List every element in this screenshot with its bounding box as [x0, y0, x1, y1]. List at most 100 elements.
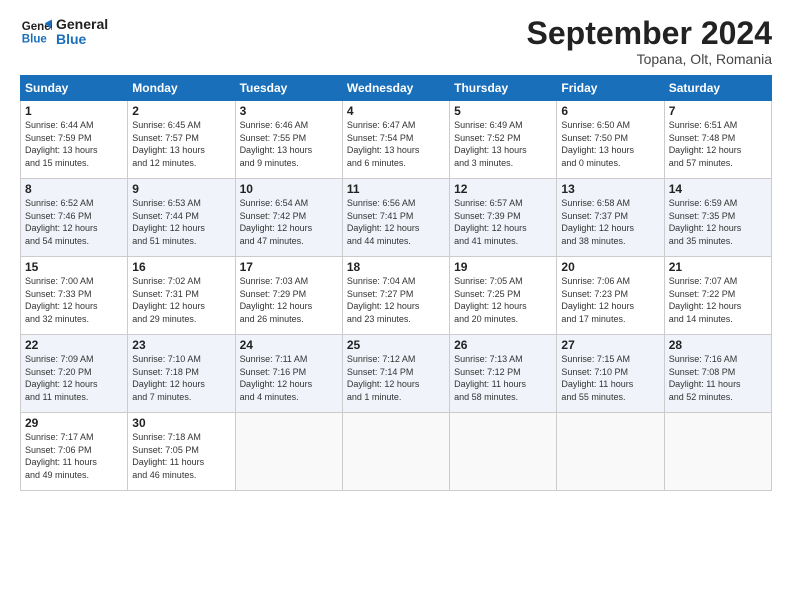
day-number: 11: [347, 182, 445, 196]
month-year: September 2024: [527, 16, 772, 51]
calendar-cell: [235, 413, 342, 491]
weekday-header-sunday: Sunday: [21, 76, 128, 101]
calendar-cell: 17Sunrise: 7:03 AM Sunset: 7:29 PM Dayli…: [235, 257, 342, 335]
calendar-cell: 10Sunrise: 6:54 AM Sunset: 7:42 PM Dayli…: [235, 179, 342, 257]
day-number: 20: [561, 260, 659, 274]
calendar-cell: 8Sunrise: 6:52 AM Sunset: 7:46 PM Daylig…: [21, 179, 128, 257]
day-info: Sunrise: 7:09 AM Sunset: 7:20 PM Dayligh…: [25, 353, 123, 403]
calendar-cell: 15Sunrise: 7:00 AM Sunset: 7:33 PM Dayli…: [21, 257, 128, 335]
calendar-cell: 28Sunrise: 7:16 AM Sunset: 7:08 PM Dayli…: [664, 335, 771, 413]
weekday-header-saturday: Saturday: [664, 76, 771, 101]
day-info: Sunrise: 7:06 AM Sunset: 7:23 PM Dayligh…: [561, 275, 659, 325]
day-number: 7: [669, 104, 767, 118]
day-info: Sunrise: 7:04 AM Sunset: 7:27 PM Dayligh…: [347, 275, 445, 325]
calendar-cell: 27Sunrise: 7:15 AM Sunset: 7:10 PM Dayli…: [557, 335, 664, 413]
day-info: Sunrise: 7:17 AM Sunset: 7:06 PM Dayligh…: [25, 431, 123, 481]
calendar-cell: 12Sunrise: 6:57 AM Sunset: 7:39 PM Dayli…: [450, 179, 557, 257]
calendar-cell: 26Sunrise: 7:13 AM Sunset: 7:12 PM Dayli…: [450, 335, 557, 413]
weekday-header-thursday: Thursday: [450, 76, 557, 101]
calendar-cell: 30Sunrise: 7:18 AM Sunset: 7:05 PM Dayli…: [128, 413, 235, 491]
day-info: Sunrise: 7:07 AM Sunset: 7:22 PM Dayligh…: [669, 275, 767, 325]
calendar-cell: [664, 413, 771, 491]
day-number: 9: [132, 182, 230, 196]
title-block: September 2024 Topana, Olt, Romania: [527, 16, 772, 67]
day-number: 3: [240, 104, 338, 118]
day-info: Sunrise: 6:45 AM Sunset: 7:57 PM Dayligh…: [132, 119, 230, 169]
day-info: Sunrise: 6:49 AM Sunset: 7:52 PM Dayligh…: [454, 119, 552, 169]
day-info: Sunrise: 6:56 AM Sunset: 7:41 PM Dayligh…: [347, 197, 445, 247]
day-number: 2: [132, 104, 230, 118]
day-number: 15: [25, 260, 123, 274]
week-row-4: 22Sunrise: 7:09 AM Sunset: 7:20 PM Dayli…: [21, 335, 772, 413]
calendar-cell: [557, 413, 664, 491]
calendar-cell: [450, 413, 557, 491]
day-info: Sunrise: 7:03 AM Sunset: 7:29 PM Dayligh…: [240, 275, 338, 325]
calendar-cell: 1Sunrise: 6:44 AM Sunset: 7:59 PM Daylig…: [21, 101, 128, 179]
day-number: 16: [132, 260, 230, 274]
weekday-header-wednesday: Wednesday: [342, 76, 449, 101]
day-info: Sunrise: 6:51 AM Sunset: 7:48 PM Dayligh…: [669, 119, 767, 169]
calendar-cell: 20Sunrise: 7:06 AM Sunset: 7:23 PM Dayli…: [557, 257, 664, 335]
day-number: 18: [347, 260, 445, 274]
week-row-2: 8Sunrise: 6:52 AM Sunset: 7:46 PM Daylig…: [21, 179, 772, 257]
day-info: Sunrise: 7:10 AM Sunset: 7:18 PM Dayligh…: [132, 353, 230, 403]
calendar-page: General Blue General Blue September 2024…: [0, 0, 792, 612]
weekday-header-friday: Friday: [557, 76, 664, 101]
day-info: Sunrise: 6:44 AM Sunset: 7:59 PM Dayligh…: [25, 119, 123, 169]
day-info: Sunrise: 7:00 AM Sunset: 7:33 PM Dayligh…: [25, 275, 123, 325]
calendar-cell: 21Sunrise: 7:07 AM Sunset: 7:22 PM Dayli…: [664, 257, 771, 335]
day-number: 21: [669, 260, 767, 274]
week-row-5: 29Sunrise: 7:17 AM Sunset: 7:06 PM Dayli…: [21, 413, 772, 491]
header: General Blue General Blue September 2024…: [20, 16, 772, 67]
week-row-1: 1Sunrise: 6:44 AM Sunset: 7:59 PM Daylig…: [21, 101, 772, 179]
calendar-cell: 4Sunrise: 6:47 AM Sunset: 7:54 PM Daylig…: [342, 101, 449, 179]
day-number: 25: [347, 338, 445, 352]
logo-blue: Blue: [56, 32, 108, 47]
header-row: SundayMondayTuesdayWednesdayThursdayFrid…: [21, 76, 772, 101]
calendar-cell: 9Sunrise: 6:53 AM Sunset: 7:44 PM Daylig…: [128, 179, 235, 257]
calendar-cell: 2Sunrise: 6:45 AM Sunset: 7:57 PM Daylig…: [128, 101, 235, 179]
day-info: Sunrise: 6:57 AM Sunset: 7:39 PM Dayligh…: [454, 197, 552, 247]
day-number: 14: [669, 182, 767, 196]
day-number: 6: [561, 104, 659, 118]
day-info: Sunrise: 7:11 AM Sunset: 7:16 PM Dayligh…: [240, 353, 338, 403]
week-row-3: 15Sunrise: 7:00 AM Sunset: 7:33 PM Dayli…: [21, 257, 772, 335]
day-number: 10: [240, 182, 338, 196]
day-number: 13: [561, 182, 659, 196]
weekday-header-monday: Monday: [128, 76, 235, 101]
day-number: 22: [25, 338, 123, 352]
day-info: Sunrise: 6:59 AM Sunset: 7:35 PM Dayligh…: [669, 197, 767, 247]
calendar-cell: 6Sunrise: 6:50 AM Sunset: 7:50 PM Daylig…: [557, 101, 664, 179]
day-info: Sunrise: 7:16 AM Sunset: 7:08 PM Dayligh…: [669, 353, 767, 403]
day-info: Sunrise: 7:15 AM Sunset: 7:10 PM Dayligh…: [561, 353, 659, 403]
weekday-header-tuesday: Tuesday: [235, 76, 342, 101]
day-number: 26: [454, 338, 552, 352]
day-info: Sunrise: 6:54 AM Sunset: 7:42 PM Dayligh…: [240, 197, 338, 247]
day-number: 17: [240, 260, 338, 274]
day-info: Sunrise: 6:58 AM Sunset: 7:37 PM Dayligh…: [561, 197, 659, 247]
day-number: 8: [25, 182, 123, 196]
day-info: Sunrise: 7:05 AM Sunset: 7:25 PM Dayligh…: [454, 275, 552, 325]
day-number: 19: [454, 260, 552, 274]
calendar-cell: 23Sunrise: 7:10 AM Sunset: 7:18 PM Dayli…: [128, 335, 235, 413]
calendar-cell: 11Sunrise: 6:56 AM Sunset: 7:41 PM Dayli…: [342, 179, 449, 257]
location: Topana, Olt, Romania: [527, 51, 772, 67]
calendar-cell: 25Sunrise: 7:12 AM Sunset: 7:14 PM Dayli…: [342, 335, 449, 413]
day-number: 4: [347, 104, 445, 118]
logo-general: General: [56, 17, 108, 32]
calendar-cell: 16Sunrise: 7:02 AM Sunset: 7:31 PM Dayli…: [128, 257, 235, 335]
day-number: 24: [240, 338, 338, 352]
logo-icon: General Blue: [20, 16, 52, 48]
day-number: 28: [669, 338, 767, 352]
calendar-cell: 22Sunrise: 7:09 AM Sunset: 7:20 PM Dayli…: [21, 335, 128, 413]
calendar-cell: 24Sunrise: 7:11 AM Sunset: 7:16 PM Dayli…: [235, 335, 342, 413]
calendar-cell: 18Sunrise: 7:04 AM Sunset: 7:27 PM Dayli…: [342, 257, 449, 335]
day-number: 30: [132, 416, 230, 430]
logo: General Blue General Blue: [20, 16, 108, 48]
calendar-cell: 14Sunrise: 6:59 AM Sunset: 7:35 PM Dayli…: [664, 179, 771, 257]
day-info: Sunrise: 7:12 AM Sunset: 7:14 PM Dayligh…: [347, 353, 445, 403]
day-info: Sunrise: 6:53 AM Sunset: 7:44 PM Dayligh…: [132, 197, 230, 247]
calendar-table: SundayMondayTuesdayWednesdayThursdayFrid…: [20, 75, 772, 491]
day-info: Sunrise: 6:50 AM Sunset: 7:50 PM Dayligh…: [561, 119, 659, 169]
day-info: Sunrise: 7:02 AM Sunset: 7:31 PM Dayligh…: [132, 275, 230, 325]
